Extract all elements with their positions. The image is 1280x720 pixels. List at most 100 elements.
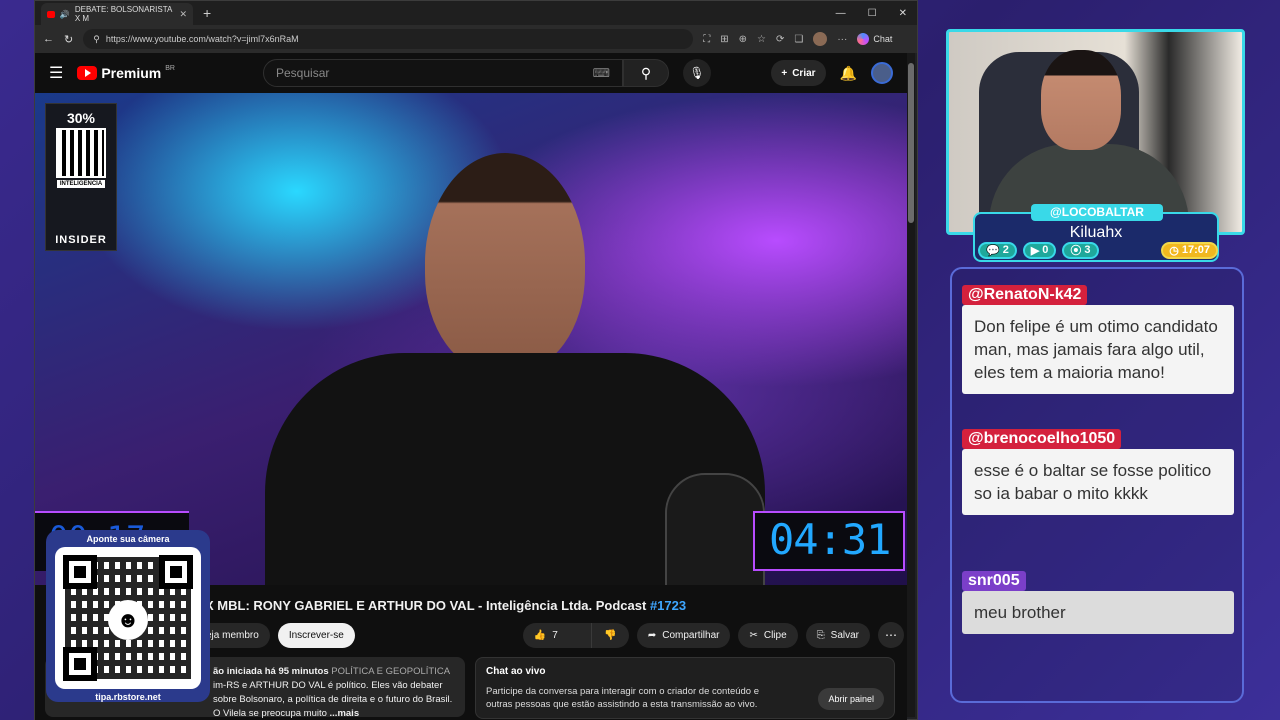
create-label: Criar	[792, 67, 816, 79]
account-avatar[interactable]	[871, 62, 893, 84]
episode-tag[interactable]: #1723	[650, 598, 686, 613]
profile-avatar[interactable]	[813, 32, 828, 46]
close-tab-icon[interactable]: ✕	[179, 9, 187, 20]
page-scrollbar[interactable]	[907, 53, 915, 717]
action-bar: eja membro Inscrever-se 👍 7 👎 ➦ Compartilh…	[195, 622, 905, 648]
qr-overlay: Aponte sua câmera ☻ tipa.rbstore.net	[46, 530, 210, 702]
streamer-name: Kiluahx	[1069, 224, 1123, 241]
like-group: 👍 7 👎	[522, 622, 629, 648]
chat-text: meu brother	[962, 591, 1234, 634]
share-label: Compartilhar	[662, 629, 720, 641]
search-placeholder: Pesquisar	[276, 66, 330, 80]
close-window-icon[interactable]: ✕	[899, 8, 907, 19]
region-code: BR	[165, 64, 175, 72]
favorite-icon[interactable]: ☆	[757, 34, 766, 45]
copilot-chat-button[interactable]: Chat	[857, 33, 892, 45]
description-stats: ão iniciada há 95 minutos POLÍTICA E GEO…	[213, 665, 455, 679]
head-logo-icon: ☻	[108, 600, 148, 640]
tab-title: DEBATE: BOLSONARISTA X M	[74, 5, 172, 23]
reload-icon[interactable]: ↻	[64, 33, 73, 46]
overlay-chat-panel: @RenatoN-k42 Don felipe é um otimo candi…	[950, 267, 1244, 703]
maximize-icon[interactable]: ☐	[868, 8, 877, 19]
bookmark-icon: ⎘	[816, 629, 825, 641]
stream-time: ◷ 17:07	[1161, 241, 1218, 259]
more-actions-button[interactable]: ⋯	[878, 622, 905, 648]
podcast-guest	[225, 133, 785, 585]
video-title-text: X MBL: RONY GABRIEL E ARTHUR DO VAL - In…	[205, 598, 647, 613]
subscribe-button[interactable]: Inscrever-se	[277, 622, 355, 648]
ad-discount: 30%	[66, 110, 96, 126]
thumbs-up-icon: 👍	[533, 629, 547, 641]
sponsor-ad: 30% INTELIGENCIA INSIDER	[45, 103, 117, 251]
stream-stats: 💬 2 ▶ 0 ⦿ 3 ◷ 17:07	[978, 241, 1218, 259]
other-stat-value: 3	[1084, 244, 1091, 256]
open-panel-button[interactable]: Abrir painel	[818, 688, 884, 710]
plus-icon: +	[781, 67, 788, 79]
create-button[interactable]: + Criar	[771, 60, 826, 86]
scrollbar-thumb[interactable]	[908, 63, 914, 223]
extensions-icon[interactable]: ⟳	[776, 34, 784, 45]
chat-username: snr005	[962, 571, 1026, 591]
live-chat-title: Chat ao vivo	[486, 666, 546, 677]
more-link[interactable]: ...mais	[330, 708, 360, 719]
clock-icon: ◷	[1169, 244, 1179, 257]
search-input[interactable]: Pesquisar ⌨	[263, 59, 623, 87]
ad-brand: INSIDER	[55, 234, 107, 246]
menu-icon[interactable]: ☰	[49, 63, 63, 83]
streamer-face	[1041, 50, 1121, 150]
live-chat-text: Participe da conversa para interagir com…	[486, 686, 760, 710]
video-player[interactable]: 30% INTELIGENCIA INSIDER 00:17 04:31	[35, 93, 907, 585]
stream-status: ão iniciada há 95 minutos	[213, 666, 329, 677]
qr-finder-bottom-left	[63, 647, 97, 681]
save-button[interactable]: ⎘ Salvar	[805, 622, 871, 648]
chat-username: @brenocoelho1050	[962, 429, 1122, 449]
voice-search-button[interactable]: 🎙	[683, 59, 711, 87]
more-icon[interactable]: ···	[837, 34, 847, 45]
other-stat: ⦿ 3	[1062, 241, 1099, 259]
chat-stat-value: 2	[1002, 244, 1009, 256]
keyboard-icon[interactable]: ⌨	[593, 66, 610, 80]
browser-tab[interactable]: 🔊 DEBATE: BOLSONARISTA X M ✕	[41, 3, 193, 25]
address-bar: ← ↻ ⚲ https://www.youtube.com/watch?v=ji…	[35, 25, 917, 53]
dislike-button[interactable]: 👎	[590, 622, 629, 648]
streamer-handle: @LOCOBALTAR	[1031, 204, 1163, 221]
new-tab-button[interactable]: +	[203, 5, 211, 21]
share-button[interactable]: ➦ Compartilhar	[636, 622, 731, 648]
timer-right: 04:31	[753, 511, 905, 571]
window-controls: — ☐ ✕	[836, 8, 917, 19]
back-icon[interactable]: ←	[43, 33, 54, 45]
youtube-logo[interactable]: Premium BR	[77, 65, 175, 81]
description-line: im-RS e ARTHUR DO VAL é político. Eles v…	[213, 680, 443, 691]
chat-text: Don felipe é um otimo candidato man, mas…	[962, 305, 1234, 394]
qr-top-text: Aponte sua câmera	[86, 534, 170, 544]
clip-button[interactable]: ✂ Clipe	[738, 622, 798, 648]
chat-username: @RenatoN-k42	[962, 285, 1088, 305]
chat-message: @RenatoN-k42 Don felipe é um otimo candi…	[962, 285, 1234, 394]
like-button[interactable]: 👍 7	[522, 622, 591, 648]
url-field[interactable]: ⚲ https://www.youtube.com/watch?v=jiml7x…	[83, 29, 694, 49]
microphone-icon: 🎙	[689, 66, 705, 80]
notifications-bell-icon[interactable]: 🔔	[840, 65, 857, 82]
like-count: 7	[552, 629, 558, 641]
address-bar-icons: ⛶ ⊞ ⊕ ☆ ⟳ ❏ ··· Chat	[703, 32, 892, 46]
search-icon: ⚲	[640, 64, 652, 81]
speaker-icon[interactable]: 🔊	[60, 10, 70, 19]
minimize-icon[interactable]: —	[836, 8, 846, 19]
translate-icon[interactable]: ⛶	[703, 34, 710, 45]
collections-icon[interactable]: ❏	[794, 34, 803, 45]
microphone	[665, 473, 765, 585]
badge-icon: ⦿	[1070, 245, 1082, 257]
site-info-icon[interactable]: ⚲	[93, 34, 100, 45]
ad-label: INTELIGENCIA	[56, 180, 106, 188]
zoom-icon[interactable]: ⊕	[739, 34, 747, 45]
chat-text: esse é o baltar se fosse politico so ia …	[962, 449, 1234, 515]
youtube-header: ☰ Premium BR Pesquisar ⌨ ⚲ 🎙 + Criar 🔔	[35, 53, 907, 93]
chat-message: snr005 meu brother	[962, 571, 1234, 634]
description-tags: POLÍTICA E GEOPOLÍTICA	[331, 666, 451, 677]
qr-bottom-text: tipa.rbstore.net	[95, 692, 161, 702]
apps-icon[interactable]: ⊞	[720, 34, 728, 45]
thumbs-down-icon: 👎	[604, 629, 617, 641]
search-button[interactable]: ⚲	[623, 59, 669, 87]
scissors-icon: ✂	[749, 629, 758, 641]
qr-finder-top-right	[159, 555, 193, 589]
